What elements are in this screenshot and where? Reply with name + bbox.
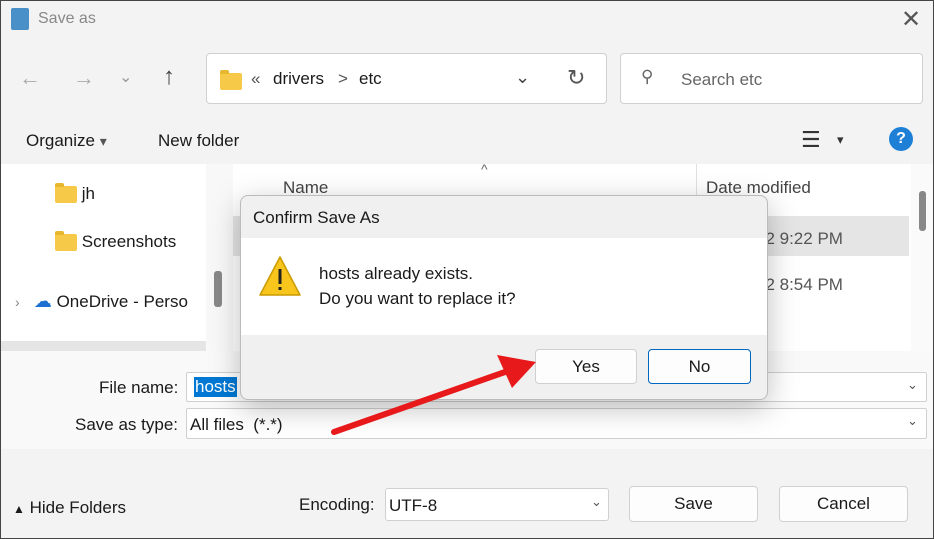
arrow-shaft [331,369,508,435]
annotation-arrow [331,355,536,435]
